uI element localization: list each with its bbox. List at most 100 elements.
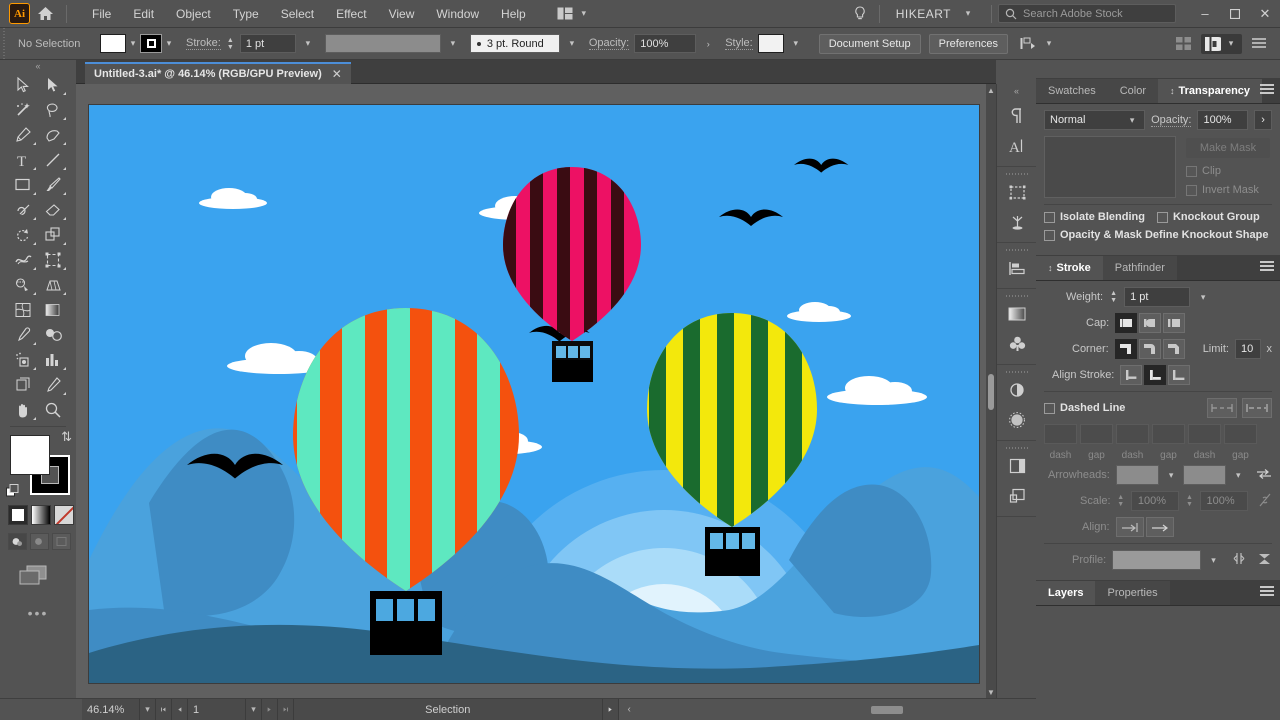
rail-drag-dots[interactable] xyxy=(997,368,1036,375)
rail-expand-handle[interactable]: « xyxy=(997,84,1036,98)
mesh-tool[interactable] xyxy=(8,297,38,322)
dashed-line-checkbox[interactable] xyxy=(1044,402,1055,414)
lasso-tool[interactable] xyxy=(38,97,68,122)
home-icon[interactable] xyxy=(30,0,60,28)
gradient-mode-button[interactable] xyxy=(31,505,51,525)
arrow-scale-start-field[interactable]: 100% xyxy=(1130,491,1180,511)
layers-panel-menu-icon[interactable] xyxy=(1260,586,1274,598)
flip-along-icon[interactable] xyxy=(1231,552,1247,568)
place-arrow-at-end-button[interactable] xyxy=(1145,517,1174,537)
canvas-vertical-scrollbar[interactable]: ▲ ▼ xyxy=(986,84,996,698)
scroll-down-icon[interactable]: ▼ xyxy=(986,686,996,698)
menu-item-file[interactable]: File xyxy=(81,3,122,25)
toolbar-collapse-handle[interactable]: « xyxy=(0,60,76,72)
artboard[interactable] xyxy=(88,104,980,684)
scroll-thumb[interactable] xyxy=(988,374,994,410)
menu-item-effect[interactable]: Effect xyxy=(325,3,377,25)
eyedropper-tool[interactable] xyxy=(8,322,38,347)
opacity-expand-button[interactable]: › xyxy=(1254,110,1272,130)
blend-tool[interactable] xyxy=(38,322,68,347)
none-mode-button[interactable] xyxy=(54,505,74,525)
stroke-weight-field[interactable]: 1 pt xyxy=(239,34,296,53)
menu-item-view[interactable]: View xyxy=(378,3,426,25)
gradient-icon[interactable] xyxy=(997,299,1037,329)
gap-field-3[interactable] xyxy=(1224,424,1257,444)
stroke-panel-menu-icon[interactable] xyxy=(1260,261,1274,273)
draw-inside-button[interactable] xyxy=(52,533,71,550)
scroll-up-icon[interactable]: ▲ xyxy=(986,84,996,96)
tab-layers[interactable]: Layers xyxy=(1036,581,1096,605)
menu-item-window[interactable]: Window xyxy=(425,3,490,25)
fill-chevron-down-icon[interactable]: ▾ xyxy=(126,38,140,49)
tab-properties[interactable]: Properties xyxy=(1095,581,1170,605)
menu-item-help[interactable]: Help xyxy=(490,3,537,25)
arrowhead-start-select[interactable] xyxy=(1115,465,1160,485)
graphic-styles-icon[interactable] xyxy=(997,405,1037,435)
isolate-blending-row[interactable]: Isolate Blending xyxy=(1044,211,1145,223)
miter-join-button[interactable] xyxy=(1114,339,1137,359)
control-bar-grip[interactable] xyxy=(0,27,10,60)
document-setup-button[interactable]: Document Setup xyxy=(818,33,921,54)
symbol-sprayer-tool[interactable] xyxy=(8,347,38,372)
stroke-weight-chevron-down-icon[interactable]: ▾ xyxy=(301,38,315,49)
transparency-opacity-label[interactable]: Opacity: xyxy=(1151,114,1192,127)
stroke-color-swatch[interactable] xyxy=(140,34,162,53)
rail-drag-dots[interactable] xyxy=(997,246,1036,253)
draw-normal-button[interactable] xyxy=(8,533,27,550)
appearance-icon[interactable] xyxy=(997,375,1037,405)
stroke-weight-stepper[interactable]: ▲ ▼ xyxy=(226,37,235,51)
fill-color-swatch[interactable] xyxy=(100,34,126,53)
artboard-number-field[interactable]: 1 xyxy=(188,698,246,720)
tab-swatches[interactable]: Swatches xyxy=(1036,79,1108,103)
style-label[interactable]: Style: xyxy=(725,37,753,50)
rail-drag-dots[interactable] xyxy=(997,292,1036,299)
shaper-tool[interactable] xyxy=(8,197,38,222)
isolate-blending-checkbox[interactable] xyxy=(1044,211,1055,223)
align-icon[interactable] xyxy=(997,253,1037,283)
character-icon[interactable]: A xyxy=(997,131,1037,161)
menu-item-object[interactable]: Object xyxy=(165,3,222,25)
selection-tool[interactable] xyxy=(8,72,38,97)
maximize-button[interactable] xyxy=(1220,3,1250,25)
stroke-chevron-down-icon[interactable]: ▾ xyxy=(162,38,176,49)
tab-stroke[interactable]: ↕ Stroke xyxy=(1036,256,1103,280)
rail-drag-dots[interactable] xyxy=(997,444,1036,451)
artboard-chevron-down-icon[interactable]: ▾ xyxy=(246,698,262,720)
hand-tool[interactable] xyxy=(8,397,38,422)
align-inside-button[interactable] xyxy=(1144,365,1167,385)
invert-mask-checkbox[interactable] xyxy=(1186,184,1197,196)
chevron-left-icon[interactable]: ‹ xyxy=(628,704,631,715)
libraries-icon[interactable] xyxy=(997,451,1037,481)
stroke-weight-value-field[interactable]: 1 pt xyxy=(1124,287,1191,307)
brush-chevron-down-icon[interactable]: ▾ xyxy=(565,38,579,49)
scale-start-stepper[interactable]: ▲ ▼ xyxy=(1117,494,1125,508)
next-artboard-button[interactable] xyxy=(262,698,278,720)
status-scrollbar[interactable] xyxy=(738,705,1036,714)
width-profile-select[interactable] xyxy=(1112,550,1202,570)
menu-item-edit[interactable]: Edit xyxy=(122,3,165,25)
graphic-style-swatch[interactable] xyxy=(757,34,784,53)
dash-preserve-exact-button[interactable] xyxy=(1207,398,1237,418)
knockout-group-checkbox[interactable] xyxy=(1156,211,1168,223)
bevel-join-button[interactable] xyxy=(1162,339,1185,359)
knockout-group-row[interactable]: Knockout Group xyxy=(1156,211,1260,223)
close-button[interactable]: ✕ xyxy=(1250,3,1280,25)
weight-stepper[interactable]: ▲ ▼ xyxy=(1109,290,1118,304)
round-cap-button[interactable] xyxy=(1139,313,1162,333)
arrowhead-start-chevron-down-icon[interactable]: ▾ xyxy=(1165,470,1177,481)
projecting-cap-button[interactable] xyxy=(1163,313,1186,333)
arrowhead-end-chevron-down-icon[interactable]: ▾ xyxy=(1232,470,1244,481)
profile-chevron-down-icon[interactable]: ▾ xyxy=(1207,555,1220,566)
lightbulb-icon[interactable] xyxy=(847,5,873,22)
minimize-button[interactable]: – xyxy=(1190,3,1220,25)
opacity-field[interactable]: 100% xyxy=(634,34,697,53)
rail-drag-dots[interactable] xyxy=(997,170,1036,177)
transparency-opacity-field[interactable]: 100% xyxy=(1197,110,1249,130)
curvature-tool[interactable] xyxy=(38,122,68,147)
artboards-icon[interactable] xyxy=(997,177,1037,207)
search-adobe-stock-field[interactable]: Search Adobe Stock xyxy=(998,4,1176,23)
direct-selection-tool[interactable] xyxy=(38,72,68,97)
variable-width-profile-field[interactable] xyxy=(324,34,441,53)
align-chevron-down-icon[interactable]: ▾ xyxy=(1042,38,1056,49)
status-indicator[interactable]: Selection xyxy=(294,698,603,720)
